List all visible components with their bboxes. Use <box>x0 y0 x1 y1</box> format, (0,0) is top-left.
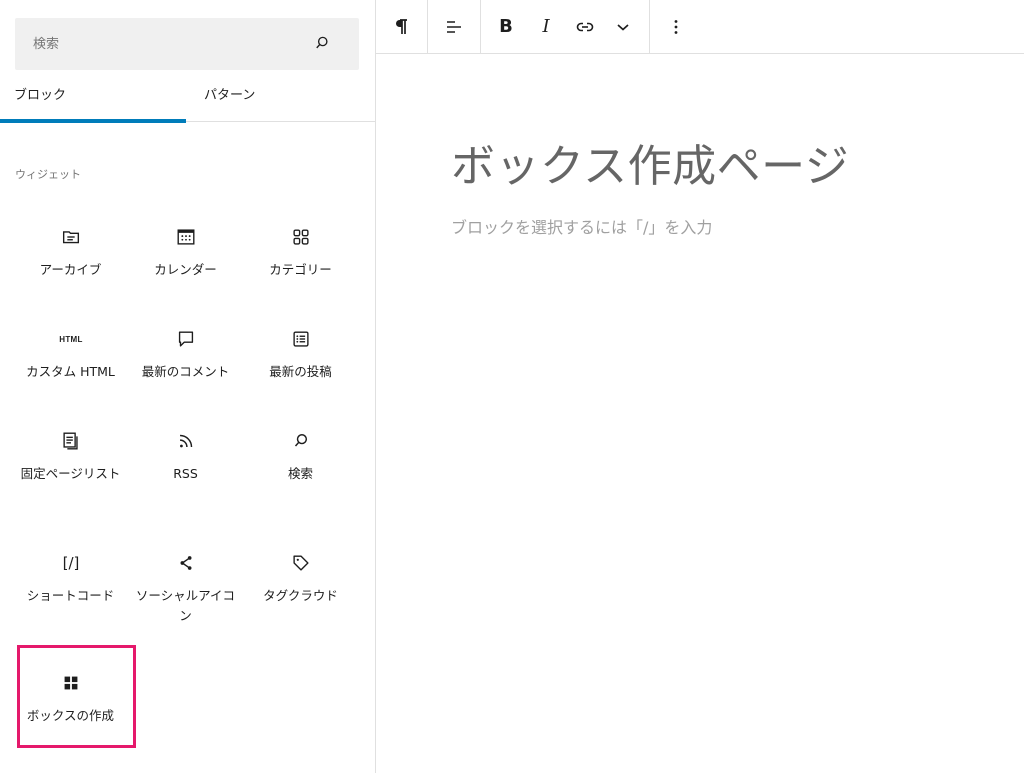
rss-icon <box>175 430 197 452</box>
block-label: 最新のコメント <box>141 364 230 379</box>
search-icon <box>290 430 312 452</box>
link-icon <box>576 22 594 31</box>
block-latest-comments[interactable]: 最新のコメント <box>128 314 243 414</box>
align-left-icon <box>447 20 461 33</box>
block-tag-cloud[interactable]: タグクラウド <box>243 538 358 638</box>
toolbar-divider <box>480 0 481 53</box>
chevron-down-icon <box>617 23 629 31</box>
options-button[interactable] <box>660 0 692 53</box>
post-list-icon <box>290 328 312 350</box>
more-formats-button[interactable] <box>608 0 638 53</box>
block-label: 検索 <box>287 466 313 481</box>
pages-icon <box>60 430 82 452</box>
bold-icon: B <box>499 16 513 37</box>
paragraph-button[interactable] <box>376 0 426 53</box>
block-custom-html[interactable]: HTML カスタム HTML <box>13 314 128 414</box>
toolbar-divider <box>649 0 650 53</box>
block-latest-posts[interactable]: 最新の投稿 <box>243 314 358 414</box>
tag-icon <box>290 552 312 574</box>
link-button[interactable] <box>568 0 602 53</box>
highlight-frame <box>17 645 136 748</box>
block-archive[interactable]: アーカイブ <box>13 212 128 312</box>
block-shortcode[interactable]: [/] ショートコード <box>13 538 128 638</box>
block-label: RSS <box>173 466 198 481</box>
block-label: カスタム HTML <box>26 364 115 379</box>
block-label: カレンダー <box>154 262 217 277</box>
italic-button[interactable]: I <box>530 0 562 53</box>
block-calendar[interactable]: カレンダー <box>128 212 243 312</box>
block-label: 最新の投稿 <box>269 364 332 379</box>
block-page-list[interactable]: 固定ページリスト <box>13 416 128 516</box>
inserter-tabs: ブロック パターン <box>0 76 375 123</box>
search-icon <box>316 36 328 49</box>
group-title-widgets: ウィジェット <box>15 168 81 181</box>
shortcode-icon: [/] <box>62 554 80 572</box>
block-categories[interactable]: カテゴリー <box>243 212 358 312</box>
tab-patterns[interactable]: パターン <box>186 76 375 122</box>
block-label: 固定ページリスト <box>20 466 121 481</box>
bold-button[interactable]: B <box>490 0 522 53</box>
block-label: アーカイブ <box>39 262 102 277</box>
html-icon: HTML <box>59 334 83 344</box>
search-input[interactable] <box>15 18 315 70</box>
block-label: ショートコード <box>26 588 115 603</box>
share-icon <box>175 552 197 574</box>
archive-icon <box>60 226 82 248</box>
block-appender-placeholder[interactable]: ブロックを選択するには「/」を入力 <box>451 214 712 238</box>
post-title[interactable]: ボックス作成ページ <box>451 130 849 194</box>
block-inserter-panel: ブロック パターン ウィジェット アーカイブ カレンダー カテゴリー HTML … <box>0 0 376 773</box>
italic-icon: I <box>542 16 550 37</box>
block-rss[interactable]: RSS <box>128 416 243 516</box>
block-label: ソーシャルアイコン <box>135 588 236 623</box>
more-vertical-icon <box>674 19 678 34</box>
pilcrow-icon <box>396 18 407 34</box>
block-label: カテゴリー <box>269 262 332 277</box>
block-label: タグクラウド <box>263 588 338 603</box>
tab-blocks[interactable]: ブロック <box>0 76 186 123</box>
block-social-icons[interactable]: ソーシャルアイコン <box>128 538 243 638</box>
block-search[interactable]: 検索 <box>243 416 358 516</box>
calendar-icon <box>175 226 197 248</box>
editor-canvas: ボックス作成ページ ブロックを選択するには「/」を入力 <box>377 54 1024 773</box>
align-button[interactable] <box>428 0 480 53</box>
comment-icon <box>175 328 197 350</box>
search-field[interactable] <box>15 18 359 70</box>
categories-icon <box>290 226 312 248</box>
block-toolbar: B I <box>376 0 1024 54</box>
